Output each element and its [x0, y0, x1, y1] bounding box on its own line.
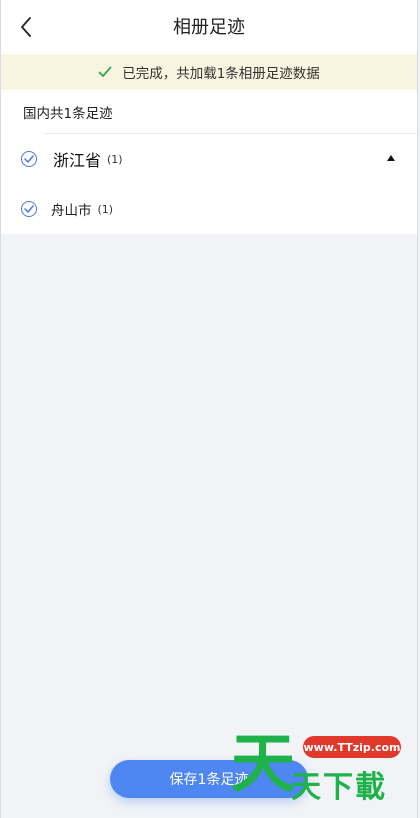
check-icon [98, 66, 112, 78]
watermark-big-char: 天 [231, 728, 295, 802]
province-count: (1) [107, 152, 123, 166]
watermark-logo: 天 www.TTzip.com 天下載 [231, 728, 411, 808]
city-count: (1) [97, 202, 114, 216]
status-banner: 已完成，共加载1条相册足迹数据 [1, 54, 417, 90]
city-name: 舟山市 [51, 203, 92, 219]
watermark-text: 天下載 [291, 770, 387, 805]
summary-text: 国内共1条足迹 [23, 106, 113, 122]
list-item-city[interactable]: 舟山市 (1) [1, 184, 417, 234]
checked-circle-icon[interactable] [21, 201, 37, 217]
watermark-url: www.TTzip.com [303, 736, 401, 758]
list-item-province[interactable]: 浙江省 (1) [1, 134, 417, 184]
summary-row: 国内共1条足迹 [1, 90, 417, 134]
province-name: 浙江省 [53, 151, 102, 170]
nav-bar: 相册足迹 [1, 0, 417, 54]
page-title: 相册足迹 [173, 17, 245, 38]
checked-circle-icon[interactable] [21, 151, 37, 167]
status-text: 已完成，共加载1条相册足迹数据 [122, 66, 320, 82]
collapse-caret-icon[interactable] [387, 155, 395, 161]
app-frame: 相册足迹 已完成，共加载1条相册足迹数据 国内共1条足迹 浙江省 (1) 舟山市 [0, 0, 418, 818]
